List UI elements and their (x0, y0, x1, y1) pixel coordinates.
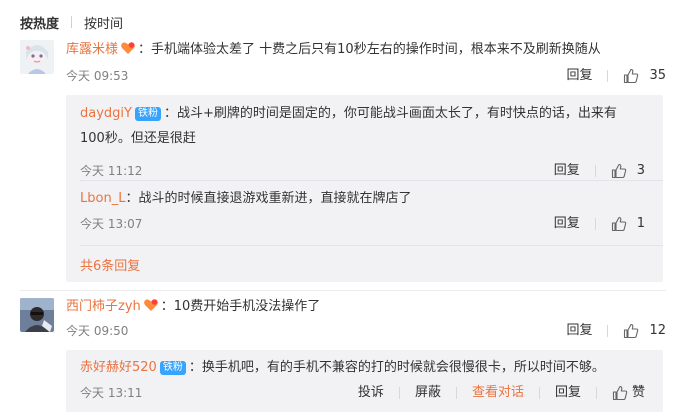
divider (595, 387, 597, 399)
reply-username[interactable]: 赤好赫好520 (80, 360, 157, 375)
comment-username[interactable]: 西门柿子zyh (66, 299, 141, 314)
like-button[interactable]: 赞 (612, 384, 645, 402)
block-button[interactable]: 屏蔽 (415, 384, 441, 402)
reply-button[interactable]: 回复 (566, 67, 592, 85)
report-button[interactable]: 投诉 (358, 384, 384, 402)
reply-button[interactable]: 回复 (554, 162, 580, 180)
thumbs-up-icon (611, 163, 626, 179)
like-count: 12 (649, 323, 666, 338)
sort-by-hot-tab[interactable]: 按热度 (20, 13, 59, 32)
like-count: 3 (636, 163, 645, 178)
comment-time: 今天 09:53 (66, 69, 129, 83)
reply-username[interactable]: daydgiY (80, 106, 132, 121)
comment-username[interactable]: 库露米様 (66, 42, 118, 57)
divider (71, 16, 73, 28)
reply-button[interactable]: 回复 (566, 322, 592, 340)
reply-text-continued: 100秒。但还是很赶 (80, 131, 196, 146)
thumbs-up-icon (624, 68, 639, 84)
sort-by-time-tab[interactable]: 按时间 (84, 13, 123, 32)
reply-list: 赤好赫好520 铁粉 ：换手机吧，有的手机不兼容的打的时候就会很慢很卡，所以时间不够… (66, 350, 663, 412)
avatar[interactable] (20, 40, 54, 74)
reply-actions: 投诉 屏蔽 查看对话 回复 赞 (358, 384, 645, 402)
reply-username[interactable]: Lbon_L (80, 191, 125, 206)
reply-text: ：换手机吧，有的手机不兼容的打的时候就会很慢很卡，所以时间不够。 (188, 360, 605, 375)
reply-item: Lbon_L：战斗的时候直接退游戏重新进，直接就在牌店了 今天 13:07 回复… (80, 189, 645, 235)
fan-heart-icon (120, 41, 136, 55)
divider (538, 387, 540, 399)
reply-button[interactable]: 回复 (554, 215, 580, 233)
reply-item: daydgiY 铁粉 ：战斗+刷牌的时间是固定的，你可能战斗画面太长了，有时快点的话… (80, 103, 645, 180)
reply-time: 今天 13:11 (80, 386, 143, 400)
iron-fan-badge: 铁粉 (134, 107, 161, 121)
like-button[interactable]: 3 (611, 162, 645, 180)
fan-heart-icon (143, 298, 159, 312)
reply-list: daydgiY 铁粉 ：战斗+刷牌的时间是固定的，你可能战斗画面太长了，有时快点的话… (66, 95, 663, 282)
divider (398, 387, 400, 399)
divider (80, 245, 663, 246)
reply-button[interactable]: 回复 (555, 384, 581, 402)
avatar[interactable] (20, 298, 54, 332)
divider (607, 325, 609, 337)
comment-actions: 回复 35 (566, 67, 666, 85)
comment-time: 今天 09:50 (66, 324, 129, 338)
like-button[interactable]: 12 (623, 322, 666, 340)
like-count: 35 (649, 68, 666, 83)
divider (80, 180, 663, 181)
comment-text: ：手机端体验太差了 十费之后只有10秒左右的操作时间，根本来不及刷新换随从 (138, 42, 601, 57)
thumbs-up-icon (612, 385, 628, 401)
divider (607, 70, 609, 82)
like-button[interactable]: 35 (623, 67, 666, 85)
comment-actions: 回复 12 (566, 322, 666, 340)
reply-item: 赤好赫好520 铁粉 ：换手机吧，有的手机不兼容的打的时候就会很慢很卡，所以时间不够… (80, 358, 645, 406)
reply-text: ：战斗+刷牌的时间是固定的，你可能战斗画面太长了，有时快点的话，出来有 (163, 106, 617, 121)
view-conversation-link[interactable]: 查看对话 (472, 384, 524, 402)
like-count: 1 (636, 216, 645, 231)
iron-fan-badge: 铁粉 (159, 361, 186, 375)
divider (455, 387, 457, 399)
reply-actions: 回复 1 (554, 215, 645, 233)
thumbs-up-icon (624, 323, 639, 339)
divider (594, 165, 596, 177)
divider (594, 218, 596, 230)
like-label: 赞 (631, 385, 645, 400)
reply-time: 今天 11:12 (80, 164, 143, 178)
reply-actions: 回复 3 (554, 162, 645, 180)
comment-item: 西门柿子zyh ：10费开始手机没法操作了 今天 09:50 回复 12 (20, 298, 666, 342)
thumbs-up-icon (611, 216, 626, 232)
reply-text: ：战斗的时候直接退游戏重新进，直接就在牌店了 (125, 191, 412, 206)
comment-text: ：10费开始手机没法操作了 (160, 299, 321, 314)
divider (20, 290, 666, 291)
view-more-replies-link[interactable]: 共6条回复 (80, 255, 140, 274)
sort-bar: 按热度 按时间 (20, 12, 123, 32)
like-button[interactable]: 1 (611, 215, 645, 233)
comment-item: 库露米様 ：手机端体验太差了 十费之后只有10秒左右的操作时间，根本来不及刷新换随… (20, 40, 666, 88)
reply-time: 今天 13:07 (80, 217, 143, 231)
